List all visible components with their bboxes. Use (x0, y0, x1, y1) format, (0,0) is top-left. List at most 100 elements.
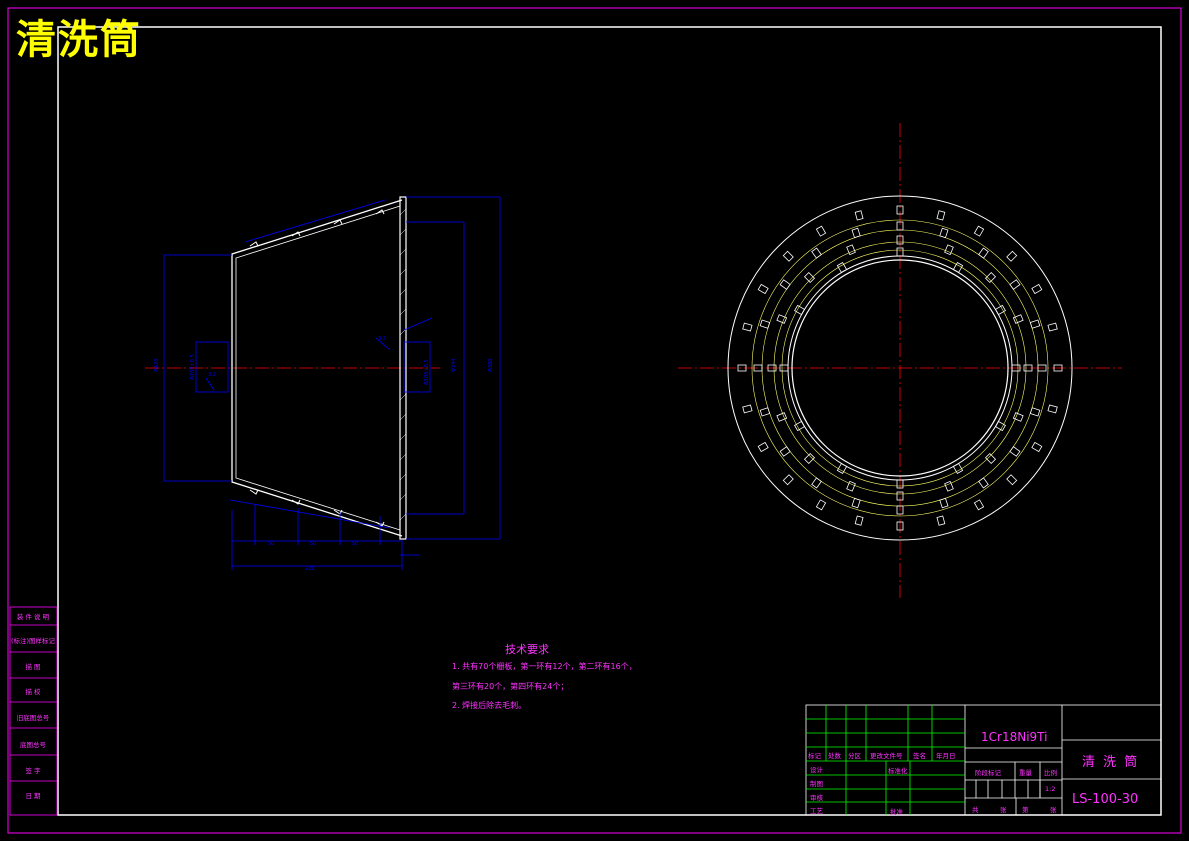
vent-slot (936, 515, 946, 526)
vent-slot (994, 304, 1006, 316)
vent-slot (742, 322, 753, 332)
vent-slot (1006, 474, 1018, 486)
section-view: Φ420 Φ200±0.5 Φ344 Φ380 Φ100±0.5 220 50 5… (145, 196, 501, 572)
rev-header: 处数 (828, 752, 841, 760)
inner-border (57, 26, 1162, 816)
vent-slot (794, 420, 806, 432)
drawing-number: LS-100-30 (1072, 792, 1139, 807)
vent-slot (939, 227, 949, 239)
tech-requirement-line: 2. 焊接后除去毛刺。 (452, 701, 527, 710)
side-label: (标注)图样标记 (10, 637, 56, 645)
vent-slot (815, 225, 827, 237)
title-block-left-grid (806, 705, 965, 815)
vent-slot (939, 497, 949, 509)
vent-slot (742, 404, 753, 414)
tech-requirements-heading: 技术要求 (505, 643, 549, 656)
vent-slot (973, 225, 985, 237)
vent-slot (1029, 407, 1041, 417)
vent-slot (782, 474, 794, 486)
side-label: 描 图 (25, 663, 41, 671)
vent-slot (1006, 250, 1018, 262)
role-label: 制图 (810, 780, 823, 788)
vent-slot (984, 452, 997, 465)
svg-text:Φ420: Φ420 (154, 359, 160, 372)
vent-slot (1031, 441, 1043, 453)
side-label: 描 校 (25, 688, 41, 696)
ratio-label: 比例 (1044, 769, 1057, 777)
svg-text:Φ344: Φ344 (451, 359, 457, 372)
outer-border (7, 7, 1182, 834)
vent-slot (815, 499, 827, 511)
svg-text:50: 50 (310, 541, 316, 547)
vent-slot (936, 210, 946, 221)
vent-slot (836, 462, 848, 474)
role-label: 设计 (810, 766, 823, 774)
vent-slot (854, 210, 864, 221)
side-label: 签 字 (25, 767, 41, 775)
svg-text:Φ380: Φ380 (488, 359, 494, 372)
sheet-label: 张 (1050, 806, 1057, 814)
vent-slot (1009, 279, 1021, 290)
scale-value: 1:2 (1045, 785, 1056, 793)
stage-mark-label: 阶段标记 (975, 769, 1001, 777)
vent-slot (803, 452, 816, 465)
vent-slot (836, 262, 848, 274)
side-label: 装 件 说 明 (16, 613, 50, 621)
vent-slot (973, 499, 985, 511)
vent-slot (896, 247, 904, 257)
vent-slot (978, 247, 989, 259)
side-label: 日 期 (25, 792, 41, 800)
vent-slot (759, 407, 771, 417)
vent-slot (779, 446, 791, 457)
vent-slot (779, 279, 791, 290)
vent-slot (1029, 319, 1041, 329)
vent-slot (782, 250, 794, 262)
svg-text:Φ200±0.5: Φ200±0.5 (190, 354, 196, 380)
side-label: 旧底图总号 (16, 714, 50, 722)
vent-slot (978, 477, 989, 489)
rev-header: 分区 (848, 752, 861, 760)
drawing-title: 清洗筒 (16, 16, 142, 63)
vent-slot (984, 271, 997, 284)
tech-requirement-line: 第三环有20个，第四环有24个； (452, 682, 569, 691)
vent-slot (952, 462, 964, 474)
role-label: 审核 (810, 794, 823, 802)
svg-text:50: 50 (352, 541, 358, 547)
vent-slot (794, 304, 806, 316)
vent-slot (811, 477, 822, 489)
vent-slot (851, 227, 861, 239)
vent-slot (851, 497, 861, 509)
vent-slot (854, 515, 864, 526)
drawing-canvas: Φ420 Φ200±0.5 Φ344 Φ380 Φ100±0.5 220 50 5… (7, 7, 1182, 834)
vent-slot (803, 271, 816, 284)
vent-slot (1031, 283, 1043, 295)
side-label: 底图总号 (20, 741, 46, 749)
vent-slot (759, 319, 771, 329)
sheet-label: 第 (1022, 806, 1029, 814)
vent-slot (811, 247, 822, 259)
rev-header: 更改文件号 (870, 752, 903, 760)
role-label: 工艺 (810, 807, 823, 815)
svg-text:3.2: 3.2 (208, 372, 216, 378)
svg-text:220: 220 (305, 566, 315, 572)
svg-text:50: 50 (268, 541, 274, 547)
rev-header: 标记 (808, 752, 821, 760)
weight-label: 重量 (1019, 769, 1032, 777)
rev-header: 签名 (913, 752, 926, 760)
rev-header: 年月日 (936, 752, 956, 760)
vent-slot (1009, 446, 1021, 457)
vent-slot (1047, 404, 1058, 414)
standardize-label: 标准化 (888, 767, 908, 775)
svg-text:3.2: 3.2 (378, 336, 386, 342)
sheet-label: 共 (972, 806, 979, 814)
vent-slot (952, 262, 964, 274)
tech-requirement-line: 1. 共有70个栅板，第一环有12个，第二环有16个， (452, 662, 637, 671)
vent-slot (1047, 322, 1058, 332)
vent-slot (757, 283, 769, 295)
end-view (678, 123, 1122, 598)
svg-text:Φ100±0.5: Φ100±0.5 (424, 359, 430, 385)
material-label: 1Cr18Ni9Ti (981, 730, 1048, 744)
sheet-label: 张 (1000, 806, 1007, 814)
part-name: 清 洗 筒 (1082, 755, 1140, 770)
approve-label: 批准 (890, 808, 903, 816)
